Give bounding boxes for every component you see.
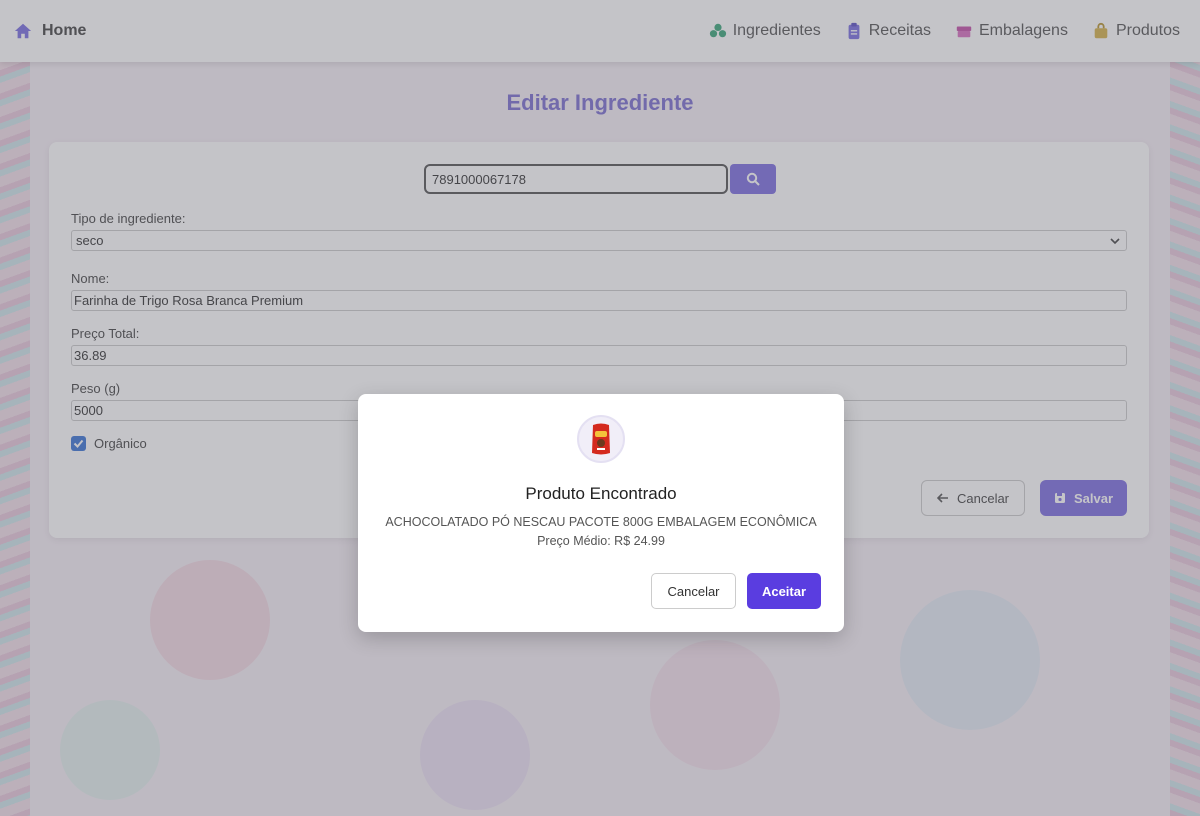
product-found-modal: Produto Encontrado ACHOCOLATADO PÓ NESCA… [358,394,844,632]
modal-accept-button[interactable]: Aceitar [747,573,821,609]
product-average-price: Preço Médio: R$ 24.99 [537,534,665,548]
modal-title: Produto Encontrado [525,484,677,503]
product-description: ACHOCOLATADO PÓ NESCAU PACOTE 800G EMBAL… [385,515,817,529]
product-package-image [592,423,610,455]
product-image [577,415,625,463]
modal-cancel-button[interactable]: Cancelar [651,573,736,609]
